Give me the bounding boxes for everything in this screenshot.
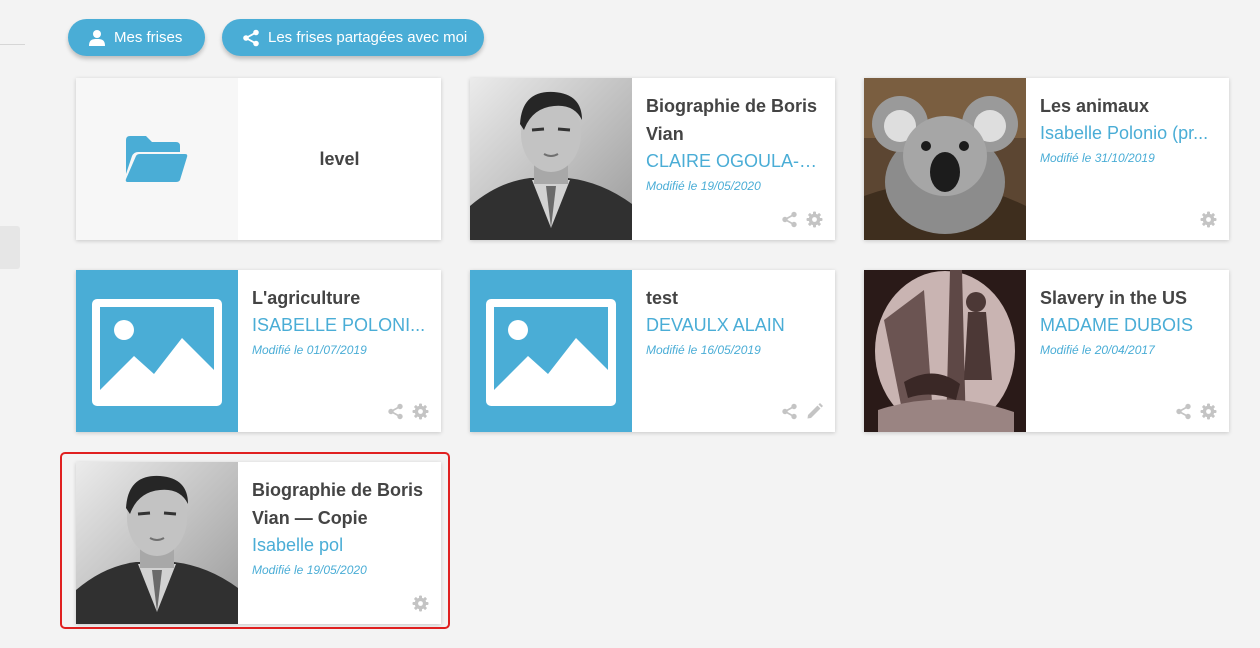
card-actions [1200,211,1217,228]
timeline-thumbnail [470,78,632,240]
card-actions [781,403,823,420]
shared-timelines-label: Les frises partagées avec moi [268,29,468,46]
my-timelines-button[interactable]: Mes frises [68,19,205,56]
card-title: Biographie de Boris Vian [646,96,818,144]
shared-timelines-button[interactable]: Les frises partagées avec moi [222,19,484,56]
card-actions [781,211,823,228]
timeline-card[interactable]: test DEVAULX ALAIN Modifié le 16/05/2019 [470,270,835,432]
card-info: test DEVAULX ALAIN Modifié le 16/05/2019 [646,284,823,360]
card-author: MADAME DUBOIS [1040,315,1194,335]
card-info: Biographie de Boris Vian CLAIRE OGOULA-N.… [646,92,823,196]
card-info: Les animaux Isabelle Polonio (pr... Modifi… [1040,92,1217,168]
my-timelines-label: Mes frises [114,29,183,46]
gear-icon[interactable] [412,403,429,420]
card-author: Isabelle pol [252,535,344,555]
gear-icon[interactable] [1200,403,1217,420]
image-placeholder-icon [76,270,238,432]
gear-icon[interactable] [412,595,429,612]
share-icon[interactable] [387,403,404,420]
card-author: DEVAULX ALAIN [646,315,785,335]
card-info: Slavery in the US MADAME DUBOIS Modifié le… [1040,284,1217,360]
card-date: Modifié le 16/05/2019 [646,343,761,357]
timeline-card[interactable]: Slavery in the US MADAME DUBOIS Modifié le… [864,270,1229,432]
timeline-thumbnail [864,270,1026,432]
card-author: Isabelle Polonio (pr... [1040,123,1209,143]
image-placeholder-icon [470,270,632,432]
share-icon[interactable] [1175,403,1192,420]
card-actions [1175,403,1217,420]
card-author: CLAIRE OGOULA-N... [646,151,823,171]
folder-name: level [319,148,360,169]
card-title: Les animaux [1040,96,1150,116]
folder-thumbnail [76,78,238,240]
card-title: Slavery in the US [1040,288,1188,308]
timeline-card[interactable]: Biographie de Boris Vian CLAIRE OGOULA-N.… [470,78,835,240]
card-date: Modifié le 20/04/2017 [1040,343,1155,357]
card-date: Modifié le 01/07/2019 [252,343,367,357]
card-actions [412,595,429,612]
pencil-icon[interactable] [806,403,823,420]
folder-card-level[interactable]: level [76,78,441,240]
gear-icon[interactable] [806,211,823,228]
timeline-card[interactable]: L'agriculture ISABELLE POLONI... Modifié l… [76,270,441,432]
card-info: Biographie de Boris Vian — Copie Isabelle… [252,476,429,580]
timeline-thumbnail [864,78,1026,240]
card-title: L'agriculture [252,288,361,308]
gear-icon[interactable] [1200,211,1217,228]
card-title: test [646,288,679,308]
timeline-card[interactable]: Les animaux Isabelle Polonio (pr... Modifi… [864,78,1229,240]
card-date: Modifié le 31/10/2019 [1040,151,1155,165]
sidebar-divider [0,44,25,45]
timeline-card[interactable]: Biographie de Boris Vian — Copie Isabelle… [76,462,441,624]
share-icon[interactable] [781,403,798,420]
card-title: Biographie de Boris Vian — Copie [252,480,424,528]
card-date: Modifié le 19/05/2020 [646,179,761,193]
card-actions [387,403,429,420]
share-icon [242,29,260,47]
card-author: ISABELLE POLONI... [252,315,426,335]
timeline-thumbnail [76,462,238,624]
sidebar-toggle[interactable] [0,226,20,269]
folder-open-icon [124,134,188,184]
card-date: Modifié le 19/05/2020 [252,563,367,577]
user-icon [88,29,106,47]
share-icon[interactable] [781,211,798,228]
card-info: L'agriculture ISABELLE POLONI... Modifié l… [252,284,429,360]
